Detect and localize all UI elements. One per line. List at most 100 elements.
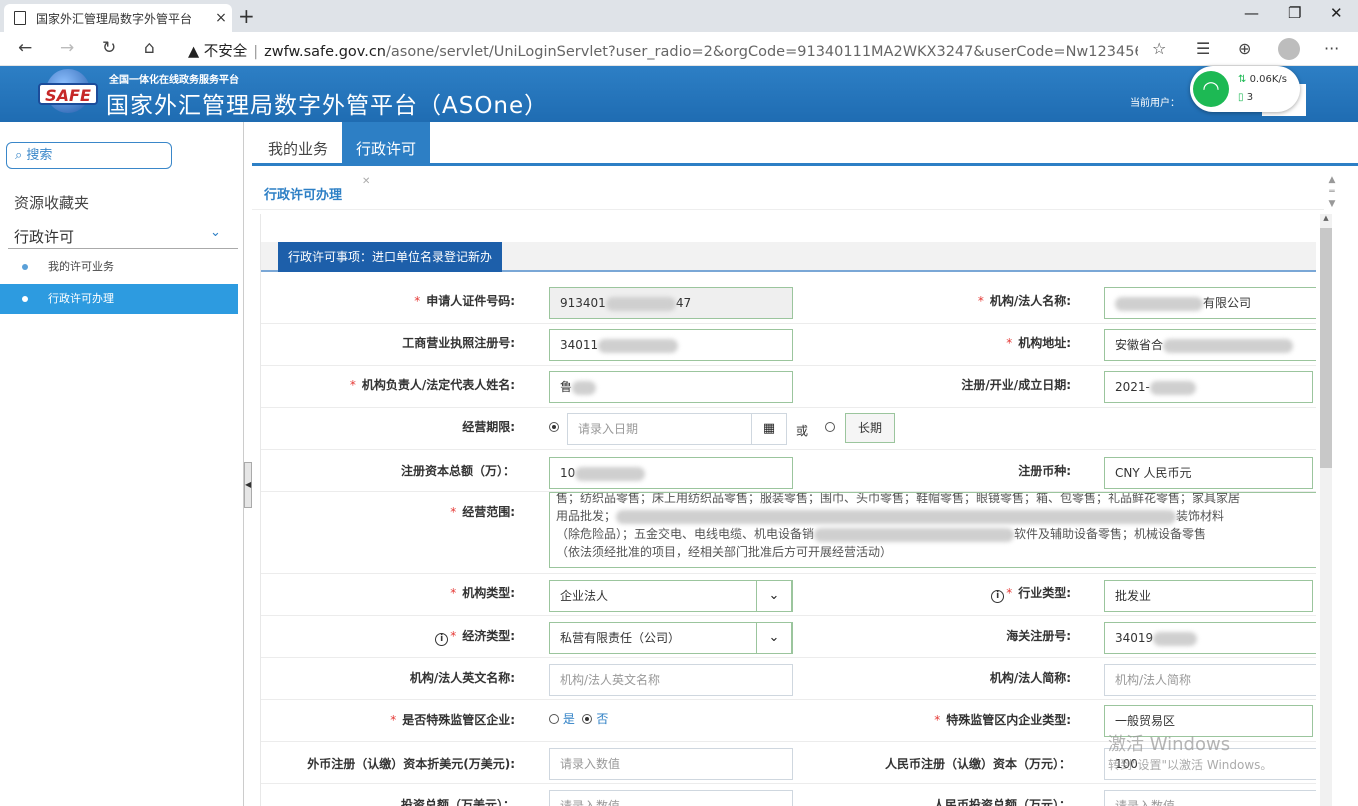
sidebar-item-my-license[interactable]: 我的许可业务: [0, 252, 238, 282]
more-icon[interactable]: ···: [1324, 39, 1339, 58]
security-label: 不安全: [203, 44, 248, 60]
form-row: 工商营业执照注册号: 34011 * 机构地址: 安徽省合: [261, 324, 1316, 366]
info-icon: i: [991, 590, 1005, 603]
chevron-down-icon[interactable]: ⌄: [210, 225, 221, 240]
sidebar-divider: [8, 248, 238, 249]
home-icon[interactable]: ⌂: [144, 38, 155, 58]
sidebar-favorites[interactable]: 资源收藏夹: [14, 192, 89, 213]
rmb-capital-label: 人民币注册（认缴）资本（万元）：: [884, 757, 1071, 771]
new-tab-button[interactable]: +: [238, 4, 255, 28]
org-en-name-input[interactable]: 机构/法人英文名称: [549, 664, 793, 696]
bullet-icon: [22, 264, 28, 270]
tab-close-button[interactable]: ×: [210, 10, 232, 26]
form-row: 注册资本总额（万）： 10 注册币种: CNY 人民币元: [261, 450, 1316, 492]
org-short-name-input[interactable]: 机构/法人简称: [1104, 664, 1316, 696]
tab-label: 行政许可办理: [264, 188, 343, 203]
econ-type-select[interactable]: 私营有限责任（公司） ⌄: [549, 622, 793, 654]
sidebar-group-admin-license[interactable]: 行政许可: [14, 226, 74, 247]
biz-term-date-radio[interactable]: [549, 422, 559, 432]
reg-currency-field[interactable]: CNY 人民币元: [1104, 457, 1313, 489]
app-title: 国家外汇管理局数字外管平台（ASOne）: [106, 93, 549, 119]
sidebar-collapse-handle[interactable]: ◀: [244, 462, 252, 508]
tab-my-business[interactable]: 我的业务: [254, 122, 342, 163]
search-label: 搜索: [26, 148, 53, 163]
sidebar-item-license-processing[interactable]: 行政许可办理: [0, 284, 238, 314]
rmb-total-invest-label: 人民币投资总额（万元）：: [932, 798, 1071, 806]
current-user-label: 当前用户：: [1130, 98, 1180, 109]
info-icon: i: [435, 633, 449, 646]
org-address-field[interactable]: 安徽省合: [1104, 329, 1316, 361]
reg-capital-field[interactable]: 10: [549, 457, 793, 489]
tab-title: 国家外汇管理局数字外管平台: [36, 11, 193, 26]
calendar-icon[interactable]: ▦: [751, 413, 787, 445]
fc-capital-usd-input[interactable]: 请录入数值: [549, 748, 793, 780]
network-speed: 0.06K/s: [1249, 74, 1287, 85]
biz-license-field[interactable]: 34011: [549, 329, 793, 361]
close-window-icon[interactable]: ✕: [1330, 4, 1343, 22]
special-zone-radios: 是 否: [549, 710, 608, 727]
form-content: 行政许可事项：进口单位名录登记新办 * 申请人证件号码: 913401 47 * 机构…: [260, 214, 1316, 806]
biz-scope-textarea[interactable]: 售；纺织品零售；床上用纺织品零售；服装零售；围巾、头巾零售；鞋帽零售；眼镜零售；…: [549, 492, 1316, 568]
org-address-label: * 机构地址:: [1006, 336, 1071, 350]
outer-scrollbar[interactable]: ▲ ═ ▼: [1324, 174, 1340, 214]
chevron-down-icon[interactable]: ⌄: [756, 623, 792, 653]
address-bar: ← → ↻ ⌂ ▲ 不安全 | zwfw.safe.gov.cn/asone/ser…: [0, 32, 1358, 66]
close-icon[interactable]: ✕: [362, 176, 370, 187]
or-label: 或: [796, 424, 809, 438]
form-row: 投资总额（万美元）： 请录入数值 人民币投资总额（万元）： 请录入数值: [261, 784, 1316, 806]
sidebar-item-label: 我的许可业务: [48, 260, 114, 273]
search-icon: ⌕: [15, 148, 23, 163]
legal-rep-field[interactable]: 鲁: [549, 371, 793, 403]
forward-icon[interactable]: →: [60, 38, 74, 58]
yes-label: 是: [562, 712, 575, 726]
biz-term-label: 经营期限:: [462, 420, 515, 434]
applicant-id-label: * 申请人证件号码:: [414, 294, 515, 308]
long-term-radio[interactable]: [825, 422, 835, 432]
collections-icon[interactable]: ⊕: [1238, 39, 1251, 58]
total-invest-usd-label: 投资总额（万美元）：: [400, 798, 515, 806]
org-type-select[interactable]: 企业法人 ⌄: [549, 580, 793, 612]
minimize-icon[interactable]: —: [1244, 4, 1259, 22]
url-host: zwfw.safe.gov.cn: [264, 44, 386, 60]
content-scrollbar[interactable]: ▲: [1320, 214, 1332, 806]
chevron-down-icon[interactable]: ⌄: [756, 581, 792, 611]
rmb-total-invest-input[interactable]: 请录入数值: [1104, 790, 1316, 806]
form-row: * 申请人证件号码: 913401 47 * 机构/法人名称: 有限公司: [261, 282, 1316, 324]
reg-date-field[interactable]: 2021-: [1104, 371, 1313, 403]
fc-capital-usd-label: 外币注册（认缴）资本折美元(万美元):: [307, 757, 515, 771]
special-zone-yes-radio[interactable]: [549, 714, 559, 724]
network-widget[interactable]: ◠ ⇅ 0.06K/s ▯ 3: [1190, 66, 1300, 112]
form-row: 机构/法人英文名称: 机构/法人英文名称 机构/法人简称: 机构/法人简称: [261, 658, 1316, 700]
customs-reg-label: 海关注册号:: [1006, 629, 1071, 643]
wifi-icon: ◠: [1193, 71, 1229, 107]
network-count: 3: [1246, 92, 1254, 103]
section-header: 行政许可事项：进口单位名录登记新办: [261, 242, 1316, 272]
industry-type-label: i * 行业类型:: [821, 585, 1071, 603]
scroll-up-icon[interactable]: ▲: [1320, 214, 1332, 226]
search-button[interactable]: ⌕ 搜索: [6, 142, 172, 169]
special-zone-label: * 是否特殊监管区企业:: [390, 713, 515, 727]
biz-scope-label: * 经营范围:: [450, 505, 515, 519]
industry-type-field[interactable]: 批发业: [1104, 580, 1313, 612]
long-term-button[interactable]: 长期: [845, 413, 896, 443]
refresh-icon[interactable]: ↻: [102, 38, 116, 58]
favorites-bar-icon[interactable]: ☰: [1196, 39, 1210, 58]
special-zone-no-radio[interactable]: [582, 714, 593, 724]
total-invest-usd-input[interactable]: 请录入数值: [549, 790, 793, 806]
org-type-label: * 机构类型:: [450, 586, 515, 600]
legal-rep-label: * 机构负责人/法定代表人姓名:: [349, 378, 515, 392]
favorite-star-icon[interactable]: ☆: [1152, 39, 1166, 58]
customs-reg-field[interactable]: 34019: [1104, 622, 1316, 654]
back-icon[interactable]: ←: [18, 38, 32, 58]
org-en-name-label: 机构/法人英文名称:: [409, 671, 515, 685]
restore-icon[interactable]: ❐: [1288, 4, 1301, 22]
reg-date-label: 注册/开业/成立日期:: [961, 378, 1071, 392]
scroll-thumb[interactable]: [1320, 228, 1332, 468]
tab-license-processing[interactable]: 行政许可办理 ✕: [264, 176, 370, 203]
tab-admin-license[interactable]: 行政许可: [342, 122, 431, 163]
url-field[interactable]: ▲ 不安全 | zwfw.safe.gov.cn/asone/servlet/Uni…: [188, 40, 1138, 61]
browser-tab[interactable]: 国家外汇管理局数字外管平台 ×: [4, 4, 232, 32]
org-name-field[interactable]: 有限公司: [1104, 287, 1316, 319]
applicant-id-field[interactable]: 913401 47: [549, 287, 793, 319]
avatar[interactable]: [1278, 38, 1300, 60]
